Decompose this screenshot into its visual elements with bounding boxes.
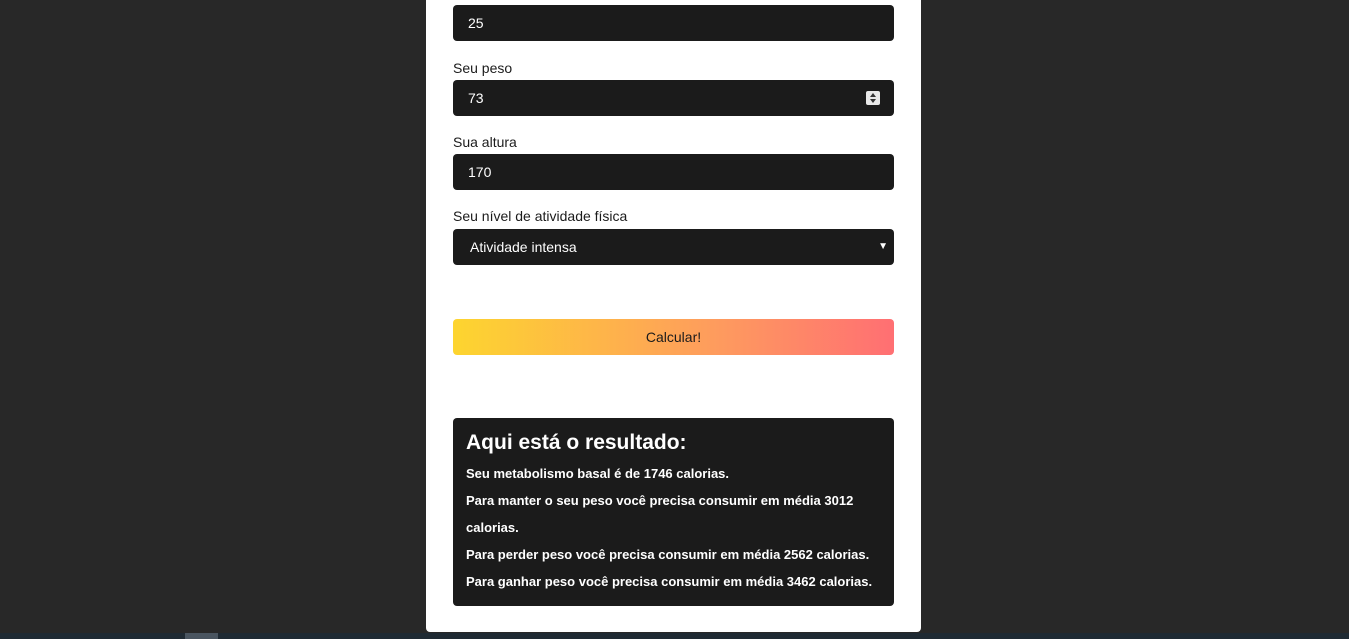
calculate-button[interactable]: Calcular! [453,319,894,355]
number-spinner-icon[interactable] [866,91,880,105]
activity-label: Seu nível de atividade física [453,208,628,224]
age-input[interactable]: 25 [453,5,894,41]
result-basal: Seu metabolismo basal é de 1746 calorias… [466,466,730,481]
activity-select[interactable]: Atividade intensa ▼ [453,229,894,265]
result-lose: Para perder peso você precisa consumir e… [466,547,870,562]
activity-selected-value: Atividade intensa [470,239,577,255]
height-value: 170 [468,164,492,180]
result-gain: Para ganhar peso você precisa consumir e… [466,574,873,589]
result-panel: Aqui está o resultado: Seu metabolismo b… [453,418,894,606]
calculate-button-label: Calcular! [645,329,702,345]
result-maintain: Para manter o seu peso você precisa cons… [466,493,854,535]
weight-label: Seu peso [453,60,513,76]
taskbar [0,633,1349,639]
result-title: Aqui está o resultado: [466,431,687,454]
chevron-down-icon: ▼ [878,241,888,252]
height-label: Sua altura [453,134,517,150]
weight-value: 73 [468,90,484,106]
height-input[interactable]: 170 [453,154,894,190]
age-value: 25 [468,15,484,31]
weight-input[interactable]: 73 [453,80,894,116]
taskbar-item[interactable] [185,633,218,639]
